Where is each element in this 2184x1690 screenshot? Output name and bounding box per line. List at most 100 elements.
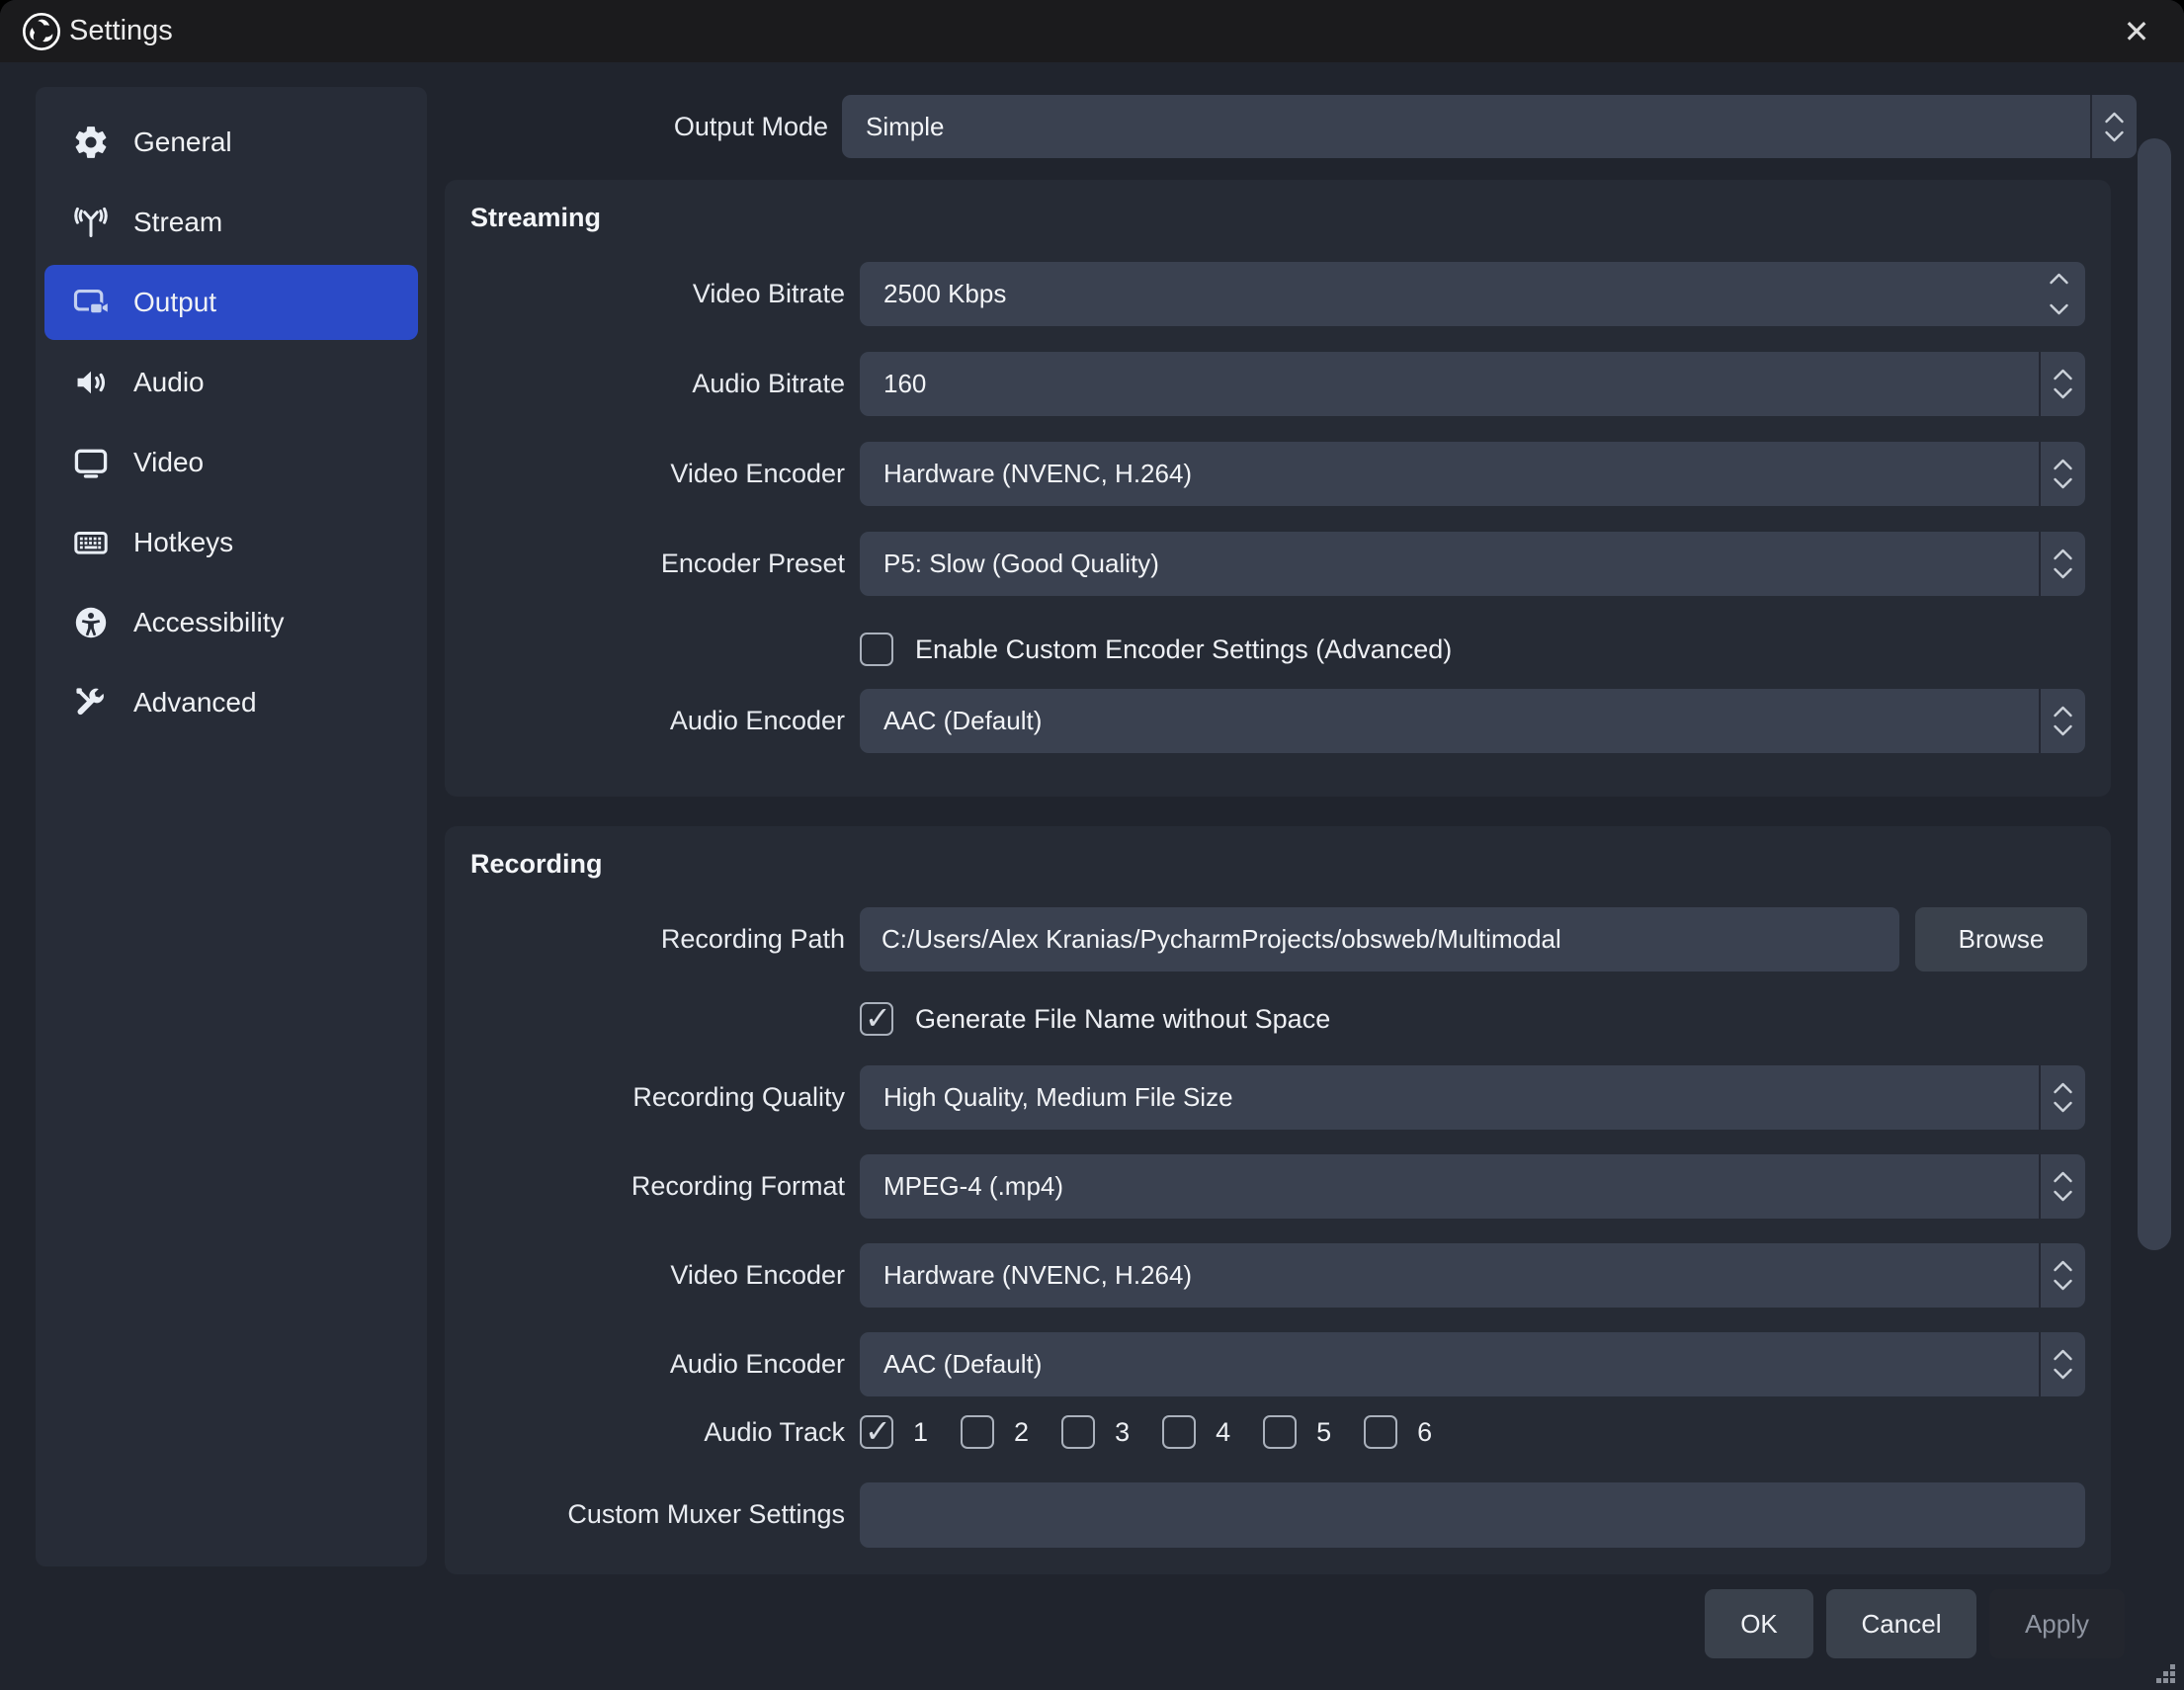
recording-path-input[interactable] [860, 907, 1899, 972]
recording-quality-select[interactable]: High Quality, Medium File Size [860, 1065, 2085, 1130]
recording-quality-value: High Quality, Medium File Size [860, 1082, 1233, 1113]
sidebar-item-video[interactable]: Video [44, 425, 418, 500]
streaming-section: Streaming Video Bitrate 2500 Kbps Audio … [445, 180, 2111, 797]
chevron-up-down-icon [2039, 689, 2085, 753]
audio-track-5-checkbox[interactable] [1263, 1415, 1297, 1449]
output-mode-select[interactable]: Simple [842, 95, 2137, 158]
broadcast-icon [72, 204, 110, 241]
custom-encoder-settings-row: Enable Custom Encoder Settings (Advanced… [860, 633, 1452, 666]
recording-section-title: Recording [470, 826, 603, 901]
recording-format-value: MPEG-4 (.mp4) [860, 1171, 1063, 1202]
generate-filename-label: Generate File Name without Space [915, 1004, 1330, 1035]
audio-bitrate-value: 160 [860, 369, 926, 399]
sidebar-item-label: Output [133, 287, 216, 318]
monitor-icon [72, 444, 110, 481]
audio-track-row: 1 2 3 4 5 6 [860, 1415, 1432, 1449]
chevron-up-down-icon [2039, 352, 2085, 416]
speaker-icon [72, 364, 110, 401]
obs-logo-icon [22, 12, 61, 51]
tools-icon [72, 684, 110, 721]
vertical-scrollbar-thumb[interactable] [2138, 138, 2171, 1250]
encoder-preset-label: Encoder Preset [445, 532, 845, 596]
audio-track-2-label: 2 [1014, 1417, 1029, 1448]
sidebar-item-output[interactable]: Output [44, 265, 418, 340]
custom-muxer-label: Custom Muxer Settings [445, 1482, 845, 1547]
recording-section: Recording Recording Path Browse Generate… [445, 826, 2111, 1574]
sidebar-item-label: Hotkeys [133, 527, 233, 558]
audio-track-6-label: 6 [1417, 1417, 1432, 1448]
audio-encoder-select[interactable]: AAC (Default) [860, 689, 2085, 753]
chevron-up-down-icon [2039, 1065, 2085, 1130]
chevron-up-down-icon [2039, 532, 2085, 596]
chevron-up-down-icon [2039, 1243, 2085, 1308]
generate-filename-checkbox[interactable] [860, 1002, 893, 1036]
rec-video-encoder-label: Video Encoder [445, 1243, 845, 1308]
audio-bitrate-select[interactable]: 160 [860, 352, 2085, 416]
close-button[interactable]: ✕ [2111, 6, 2162, 57]
recording-format-label: Recording Format [445, 1154, 845, 1219]
apply-button[interactable]: Apply [1989, 1589, 2125, 1658]
audio-track-4-label: 4 [1216, 1417, 1230, 1448]
audio-track-3-checkbox[interactable] [1061, 1415, 1095, 1449]
audio-bitrate-label: Audio Bitrate [445, 352, 845, 416]
sidebar-item-hotkeys[interactable]: Hotkeys [44, 505, 418, 580]
sidebar-item-label: Accessibility [133, 607, 284, 638]
sidebar-item-label: Advanced [133, 687, 257, 718]
keyboard-icon [72, 524, 110, 561]
titlebar: Settings ✕ [0, 0, 2184, 62]
audio-track-2-checkbox[interactable] [961, 1415, 994, 1449]
generate-filename-row: Generate File Name without Space [860, 1002, 1330, 1036]
gear-icon [72, 124, 110, 161]
video-bitrate-value: 2500 Kbps [860, 279, 1006, 309]
custom-encoder-settings-label: Enable Custom Encoder Settings (Advanced… [915, 634, 1452, 665]
cancel-button[interactable]: Cancel [1826, 1589, 1976, 1658]
audio-track-4-checkbox[interactable] [1162, 1415, 1196, 1449]
recording-quality-label: Recording Quality [445, 1065, 845, 1130]
spinner-arrows-icon [2049, 262, 2069, 326]
video-bitrate-spinner[interactable]: 2500 Kbps [860, 262, 2085, 326]
output-mode-label: Output Mode [433, 95, 828, 158]
audio-track-1-label: 1 [913, 1417, 928, 1448]
rec-audio-encoder-value: AAC (Default) [860, 1349, 1042, 1380]
ok-button[interactable]: OK [1705, 1589, 1813, 1658]
audio-encoder-label: Audio Encoder [445, 689, 845, 753]
sidebar-item-general[interactable]: General [44, 105, 418, 180]
video-encoder-value: Hardware (NVENC, H.264) [860, 459, 1192, 489]
sidebar-item-label: Stream [133, 207, 222, 238]
sidebar-item-label: General [133, 127, 232, 158]
sidebar-item-accessibility[interactable]: Accessibility [44, 585, 418, 660]
rec-video-encoder-value: Hardware (NVENC, H.264) [860, 1260, 1192, 1291]
encoder-preset-select[interactable]: P5: Slow (Good Quality) [860, 532, 2085, 596]
audio-track-1-checkbox[interactable] [860, 1415, 893, 1449]
output-mode-value: Simple [842, 112, 944, 142]
resize-grip[interactable] [2156, 1664, 2176, 1684]
rec-audio-encoder-label: Audio Encoder [445, 1332, 845, 1396]
video-encoder-label: Video Encoder [445, 442, 845, 506]
audio-track-label: Audio Track [445, 1409, 845, 1455]
custom-muxer-input[interactable] [860, 1482, 2085, 1548]
chevron-up-down-icon [2090, 95, 2137, 158]
video-encoder-select[interactable]: Hardware (NVENC, H.264) [860, 442, 2085, 506]
sidebar-item-stream[interactable]: Stream [44, 185, 418, 260]
recording-path-label: Recording Path [445, 907, 845, 972]
browse-button[interactable]: Browse [1915, 907, 2087, 972]
chevron-up-down-icon [2039, 1332, 2085, 1396]
audio-track-6-checkbox[interactable] [1364, 1415, 1397, 1449]
sidebar: General Stream Output [36, 87, 427, 1566]
window-title: Settings [69, 15, 173, 47]
streaming-section-title: Streaming [470, 180, 601, 255]
rec-audio-encoder-select[interactable]: AAC (Default) [860, 1332, 2085, 1396]
accessibility-icon [72, 604, 110, 641]
settings-window: Settings ✕ General Stream [0, 0, 2184, 1690]
video-bitrate-label: Video Bitrate [445, 262, 845, 326]
custom-encoder-settings-checkbox[interactable] [860, 633, 893, 666]
audio-track-5-label: 5 [1316, 1417, 1331, 1448]
rec-video-encoder-select[interactable]: Hardware (NVENC, H.264) [860, 1243, 2085, 1308]
sidebar-item-advanced[interactable]: Advanced [44, 665, 418, 740]
sidebar-item-audio[interactable]: Audio [44, 345, 418, 420]
audio-track-3-label: 3 [1115, 1417, 1130, 1448]
sidebar-item-label: Audio [133, 367, 205, 398]
chevron-up-down-icon [2039, 442, 2085, 506]
chevron-up-down-icon [2039, 1154, 2085, 1219]
recording-format-select[interactable]: MPEG-4 (.mp4) [860, 1154, 2085, 1219]
